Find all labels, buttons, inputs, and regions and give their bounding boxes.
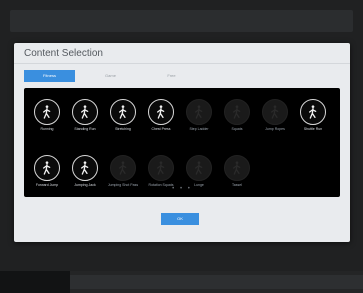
content-grid: Running Standing Run Stretching Chest Press… <box>24 94 344 198</box>
ok-button[interactable]: OK <box>161 213 199 225</box>
tile-label: Jump Ropes <box>265 127 285 131</box>
jump-ropes-icon <box>262 99 288 125</box>
tab-game[interactable]: Game <box>85 70 136 82</box>
content-grid-panel: Running Standing Run Stretching Chest Press… <box>24 88 340 197</box>
dialog-title: Content Selection <box>24 48 103 59</box>
background-bottom-left <box>0 271 70 293</box>
content-tile[interactable]: Standing Run <box>66 94 104 142</box>
stretching-icon <box>110 99 136 125</box>
tile-label: Standing Run <box>74 127 96 131</box>
tile-label: Shuttle Run <box>303 127 323 131</box>
tile-label: Step Ladder <box>189 127 209 131</box>
chest-press-icon <box>148 99 174 125</box>
background-header-bar <box>10 10 353 32</box>
lunge-icon <box>186 155 212 181</box>
standing-run-icon <box>72 99 98 125</box>
content-tile[interactable]: Running <box>28 94 66 142</box>
forward-jump-icon <box>34 155 60 181</box>
rotation-squats-icon <box>148 155 174 181</box>
content-tile[interactable]: Shuttle Run <box>294 94 332 142</box>
tile-label: Squats <box>231 127 243 131</box>
content-tile: Squats <box>218 94 256 142</box>
content-tile[interactable]: Stretching <box>104 94 142 142</box>
content-tile: Step Ladder <box>180 94 218 142</box>
step-ladder-icon <box>186 99 212 125</box>
content-tile: Jump Ropes <box>256 94 294 142</box>
jumping-shot-pass-icon <box>110 155 136 181</box>
content-tile[interactable]: Chest Press <box>142 94 180 142</box>
tile-label: Running <box>40 127 54 131</box>
running-icon <box>34 99 60 125</box>
dialog-divider <box>14 63 350 64</box>
tab-free[interactable]: Free <box>146 70 197 82</box>
tile-label: Chest Press <box>151 127 171 131</box>
squats-icon <box>224 99 250 125</box>
content-selection-dialog: Content Selection Fitness Game Free Runn… <box>14 43 350 242</box>
tab-fitness[interactable]: Fitness <box>24 70 75 82</box>
shuttle-run-icon <box>300 99 326 125</box>
background-bottom-bar <box>0 271 363 293</box>
tassel-icon <box>224 155 250 181</box>
tile-label: Stretching <box>115 127 131 131</box>
page-indicator[interactable]: • • • <box>24 186 340 192</box>
category-tabs: Fitness Game Free <box>24 70 207 82</box>
jumping-jack-icon <box>72 155 98 181</box>
background-progress-bar <box>70 275 363 289</box>
